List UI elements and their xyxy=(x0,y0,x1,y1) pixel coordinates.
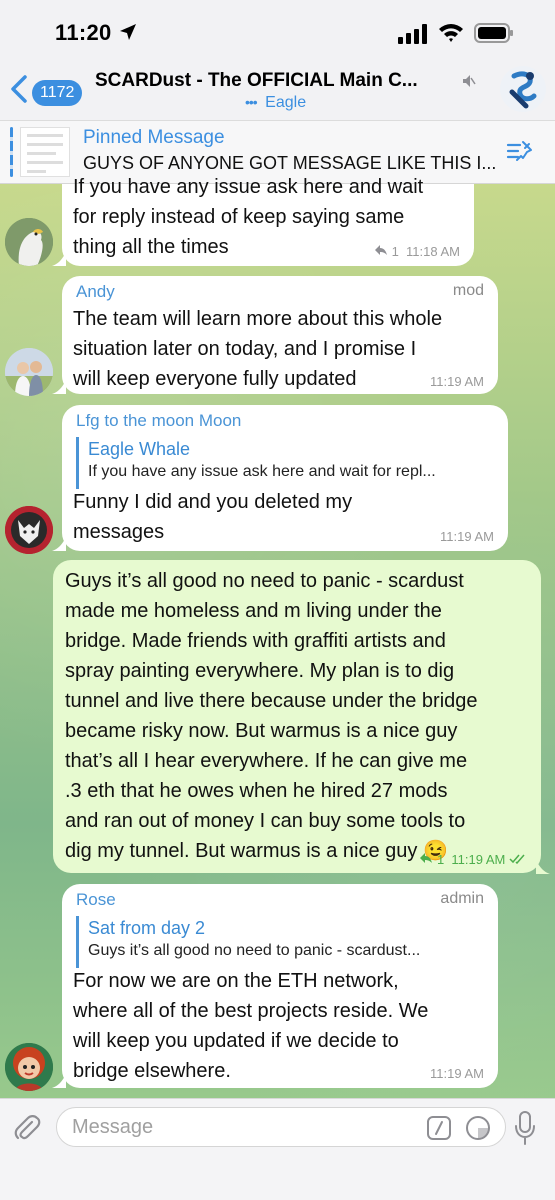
message-time: 11:19 AM xyxy=(430,1066,484,1081)
message-input-bar: Message xyxy=(0,1098,555,1200)
typing-dots: ••• xyxy=(245,94,258,110)
message-meta: 1 11:18 AM xyxy=(374,244,460,259)
typing-user: Eagle xyxy=(265,94,307,111)
pinned-thumbnail xyxy=(20,127,70,177)
avatar[interactable] xyxy=(5,506,53,554)
outgoing-message-bubble[interactable]: Guys it’s all good no need to panic - sc… xyxy=(53,560,541,873)
reply-sender: Sat from day 2 xyxy=(88,918,206,938)
reply-arrow-icon xyxy=(420,853,433,863)
pinned-indicator xyxy=(10,127,13,177)
wolf-avatar-icon xyxy=(5,506,53,554)
couple-photo-avatar-icon xyxy=(5,348,53,396)
message-time: 11:19 AM xyxy=(440,529,494,544)
pinned-text: GUYS OF ANYONE GOT MESSAGE LIKE THIS I..… xyxy=(83,153,497,173)
group-logo-icon xyxy=(509,71,537,109)
sender-role: mod xyxy=(452,282,484,299)
message-bubble[interactable]: If you have any issue ask here and wait … xyxy=(62,176,474,266)
reply-sender: Eagle Whale xyxy=(88,439,191,459)
back-chevron-icon[interactable] xyxy=(8,74,30,104)
group-avatar[interactable] xyxy=(500,66,546,112)
status-bar: 11:20 xyxy=(0,0,555,64)
sender-name[interactable]: Andy xyxy=(76,282,115,302)
wifi-icon xyxy=(439,24,463,42)
reply-quote[interactable]: Eagle Whale If you have any issue ask he… xyxy=(76,437,436,489)
message-field[interactable]: Message xyxy=(56,1107,506,1147)
eagle-avatar-icon xyxy=(5,218,53,266)
microphone-icon[interactable] xyxy=(514,1111,536,1145)
typing-indicator: ••• Eagle xyxy=(245,94,306,112)
bot-commands-icon[interactable] xyxy=(427,1116,451,1140)
attachment-paperclip-icon[interactable] xyxy=(12,1113,42,1143)
message-text: The team will learn more about this whol… xyxy=(73,308,443,390)
message-meta: 1 11:19 AM xyxy=(419,852,527,867)
message-text: If you have any issue ask here and wait … xyxy=(73,176,424,258)
message-text: Funny I did and you deleted my messages xyxy=(73,491,353,543)
chat-title[interactable]: SCARDust - The OFFICIAL Main C... xyxy=(95,70,418,92)
battery-icon xyxy=(474,23,513,43)
bubble-tail xyxy=(536,860,550,874)
location-arrow-icon xyxy=(120,24,136,40)
cellular-signal-icon xyxy=(398,24,427,44)
reply-snippet: Guys it’s all good no need to panic - sc… xyxy=(88,942,421,959)
message-text: Guys it’s all good no need to panic - sc… xyxy=(65,570,478,862)
reply-snippet: If you have any issue ask here and wait … xyxy=(88,463,436,480)
sticker-icon[interactable] xyxy=(465,1115,491,1141)
message-time: 11:19 AM xyxy=(430,374,484,389)
message-text: For now we are on the ETH network, where… xyxy=(73,970,429,1082)
double-check-icon xyxy=(509,854,525,865)
message-bubble[interactable]: Rose admin Sat from day 2 Guys it’s all … xyxy=(62,884,498,1088)
reply-arrow-icon xyxy=(374,245,387,255)
chat-header: 1172 SCARDust - The OFFICIAL Main C... •… xyxy=(0,64,555,120)
reply-quote[interactable]: Sat from day 2 Guys it’s all good no nee… xyxy=(76,916,420,968)
avatar[interactable] xyxy=(5,1043,53,1091)
sender-name[interactable]: Lfg to the moon Moon xyxy=(76,411,241,431)
bubble-tail xyxy=(52,380,66,394)
pinned-list-icon[interactable] xyxy=(506,139,536,167)
cartoon-girl-avatar-icon xyxy=(5,1043,53,1091)
avatar[interactable] xyxy=(5,218,53,266)
muted-icon xyxy=(463,75,476,87)
message-bubble[interactable]: Andy mod The team will learn more about … xyxy=(62,276,498,394)
bubble-tail xyxy=(52,252,66,266)
sender-name[interactable]: Rose xyxy=(76,890,116,910)
message-bubble[interactable]: Lfg to the moon Moon Eagle Whale If you … xyxy=(62,405,508,551)
back-unread-count[interactable]: 1172 xyxy=(32,80,83,106)
message-placeholder: Message xyxy=(72,1116,154,1138)
sender-role: admin xyxy=(440,890,484,907)
avatar[interactable] xyxy=(5,348,53,396)
bubble-tail xyxy=(52,537,66,551)
bubble-tail xyxy=(52,1074,66,1088)
pinned-title: Pinned Message xyxy=(83,127,225,148)
clock-time: 11:20 xyxy=(55,20,112,45)
